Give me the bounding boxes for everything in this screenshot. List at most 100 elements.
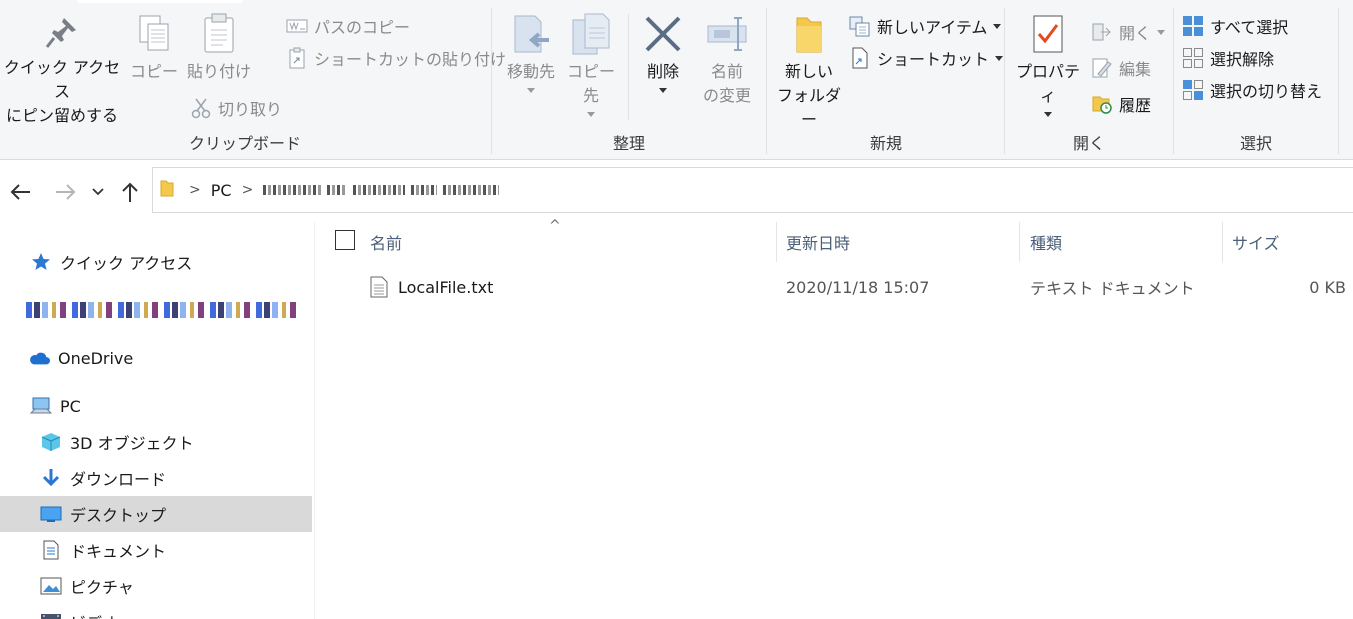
rename-label-line1: 名前 [710,62,743,81]
recent-locations-button[interactable] [86,178,110,206]
nav-item-downloads[interactable]: ダウンロード [0,460,312,496]
pin-label-line2: にピン留めする [5,106,118,125]
edit-button[interactable]: 編集 [1091,54,1151,82]
redacted-path-segment [263,185,322,195]
redacted-path-segment [443,185,500,195]
paste-shortcut-button[interactable]: ショートカットの貼り付け [286,44,506,72]
file-size: 0 KB [1309,277,1346,297]
open-group: プロパティ 開く 編集 履歴 開く [1005,6,1173,158]
copy-to-icon [572,13,610,55]
nav-item-label: PC [60,396,81,416]
group-divider [1338,8,1339,154]
new-shortcut-button[interactable]: ショートカット [849,44,1004,72]
copy-path-icon [286,15,308,37]
forward-button[interactable] [52,178,80,206]
column-header-label: サイズ [1232,234,1280,253]
properties-check-icon [1033,15,1063,53]
paste-button[interactable]: 貼り付け [186,6,252,84]
column-header-label: 更新日時 [786,234,851,253]
new-item-dropdown-icon [993,23,1002,29]
video-icon [40,611,62,619]
file-row[interactable]: LocalFile.txt 2020/11/18 15:07 テキスト ドキュメ… [316,270,1353,304]
address-bar[interactable]: > PC > [152,167,1353,213]
cut-button[interactable]: 切り取り [190,94,282,122]
up-button[interactable] [116,178,144,206]
select-group: すべて選択 選択解除 選択の切り替え 選択 [1174,6,1338,158]
new-folder-icon [796,17,822,53]
nav-item-pictures[interactable]: ピクチャ [0,568,312,604]
rename-button[interactable]: 名前 の変更 [694,6,760,108]
paste-shortcut-icon [286,47,308,69]
ribbon-active-tab-indicator [78,0,242,3]
move-to-icon [514,15,549,53]
properties-button[interactable]: プロパティ [1009,6,1087,117]
column-divider[interactable] [776,222,777,262]
nav-item-3d-objects[interactable]: 3D オブジェクト [0,424,312,460]
new-shortcut-label: ショートカット [877,50,990,69]
nav-item-pc[interactable]: PC [0,388,312,424]
nav-item-documents[interactable]: ドキュメント [0,532,312,568]
select-all-checkbox[interactable] [335,230,355,250]
copy-to-dropdown-icon [587,112,595,117]
select-all-label: すべて選択 [1210,18,1289,37]
invert-selection-button[interactable]: 選択の切り替え [1182,76,1322,104]
nav-item-label: OneDrive [58,348,134,368]
pin-label-line1: クイック アクセス [3,58,121,101]
select-none-button[interactable]: 選択解除 [1182,44,1274,72]
redacted-path-segment [411,185,438,195]
new-item-button[interactable]: 新しいアイテム [849,12,1002,40]
history-button[interactable]: 履歴 [1091,90,1151,118]
nav-item-videos[interactable]: ビデオ [0,604,312,619]
open-group-label: 開く [1072,134,1105,153]
chevron-down-icon [92,188,104,196]
clipboard-icon [204,13,234,53]
column-header-size[interactable]: サイズ [1232,222,1342,262]
select-all-button[interactable]: すべて選択 [1182,12,1288,40]
file-name: LocalFile.txt [398,277,494,297]
text-file-icon [370,276,390,298]
ribbon: クイック アクセス にピン留めする コピー 貼り付け 切り取り パスのコピー シ… [0,0,1353,160]
back-arrow-icon [10,184,30,200]
paste-label: 貼り付け [186,62,251,81]
back-button[interactable] [6,178,34,206]
paste-shortcut-label: ショートカットの貼り付け [314,50,507,69]
delete-x-icon [645,16,681,52]
invert-selection-label: 選択の切り替え [1210,82,1323,101]
picture-icon [40,575,62,597]
column-divider[interactable] [1019,222,1020,262]
pin-to-quick-access-button[interactable]: クイック アクセス にピン留めする [0,6,124,128]
new-folder-label-line2: フォルダー [776,86,841,129]
breadcrumb-pc[interactable]: PC [211,181,232,200]
open-button[interactable]: 開く [1091,18,1166,46]
delete-label: 削除 [646,62,679,81]
invert-selection-icon [1182,79,1204,101]
copy-to-button[interactable]: コピー先 [560,6,622,117]
new-group-label: 新規 [869,134,902,153]
cloud-icon [28,347,50,369]
column-header-type[interactable]: 種類 [1030,222,1220,262]
computer-icon [30,395,52,417]
move-to-button[interactable]: 移動先 [498,6,564,93]
column-header-name[interactable]: 名前 [370,222,776,262]
copy-button[interactable]: コピー [128,6,180,84]
column-divider[interactable] [1222,222,1223,262]
properties-label: プロパティ [1015,62,1080,105]
nav-item-redacted[interactable] [0,292,312,328]
copy-path-button[interactable]: パスのコピー [286,12,410,40]
new-folder-button[interactable]: 新しい フォルダー [771,6,847,132]
scissors-icon [190,97,212,119]
nav-item-onedrive[interactable]: OneDrive [0,340,312,376]
star-icon [30,251,52,273]
nav-item-desktop[interactable]: デスクトップ [0,496,312,532]
open-label: 開く [1119,24,1152,43]
select-none-label: 選択解除 [1210,50,1275,69]
redacted-nav-label [26,302,296,318]
download-icon [40,467,62,489]
nav-item-label: 3D オブジェクト [70,434,194,453]
delete-button[interactable]: 削除 [634,6,692,93]
file-type: テキスト ドキュメント [1030,279,1195,298]
forward-arrow-icon [56,184,76,200]
column-header-modified[interactable]: 更新日時 [786,222,1016,262]
nav-item-quick-access[interactable]: クイック アクセス [0,244,312,280]
pin-icon [45,18,76,48]
